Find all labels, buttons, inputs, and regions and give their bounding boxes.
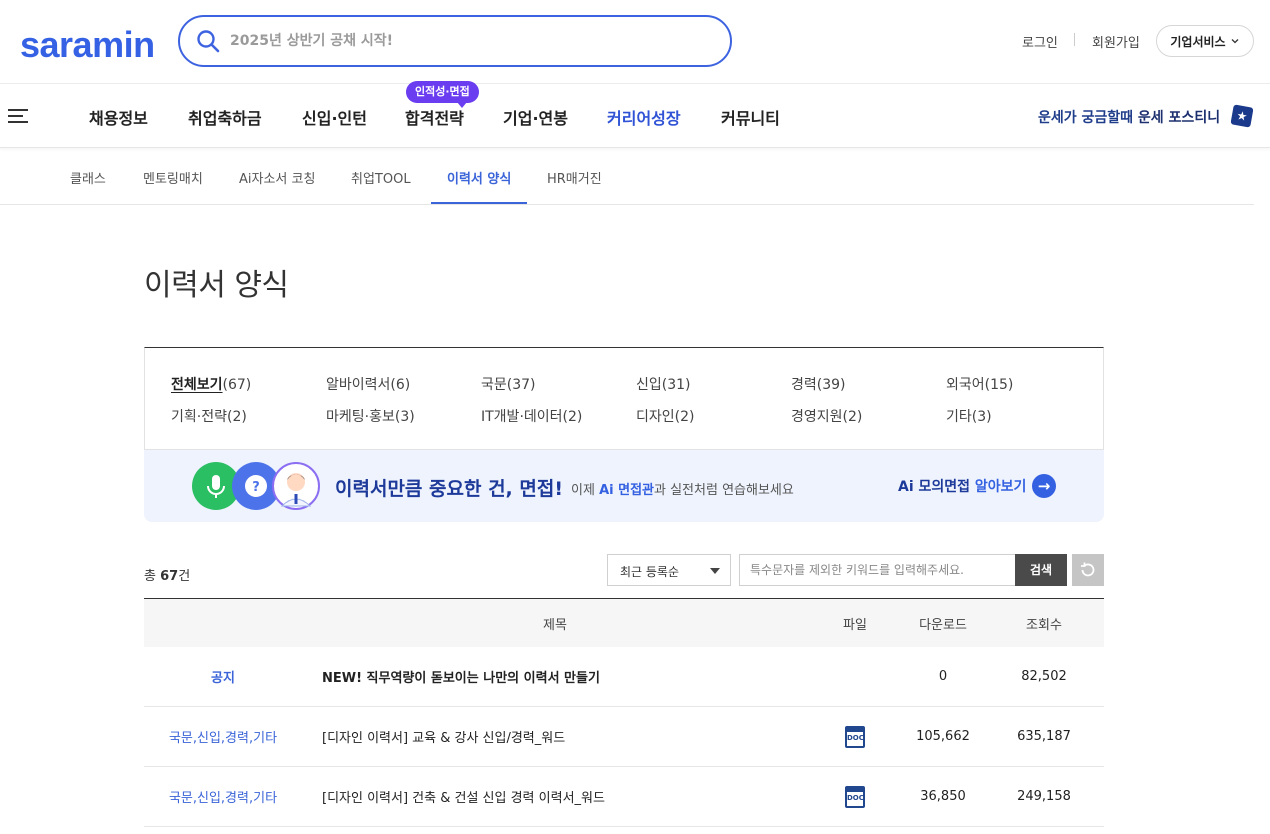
- chevron-down-icon: [1231, 39, 1239, 44]
- sub-item-hr-magazine[interactable]: HR매거진: [547, 168, 602, 187]
- row-downloads: 0: [938, 669, 948, 684]
- keyword-input[interactable]: [739, 554, 1016, 586]
- page-title: 이력서 양식: [144, 268, 289, 303]
- fortune-link[interactable]: 운세가 궁금할때 운세 포스티니: [1038, 107, 1220, 127]
- sub-item-ai-coaching[interactable]: Ai자소서 코칭: [239, 168, 315, 187]
- search-input[interactable]: [230, 29, 710, 53]
- category-planning[interactable]: 기획·전략(2): [171, 406, 247, 426]
- biz-service-button[interactable]: 기업서비스: [1156, 25, 1254, 57]
- row-category: 국문,신입,경력,기타: [168, 731, 278, 746]
- doc-file-icon[interactable]: DOC: [834, 767, 876, 826]
- category-it[interactable]: IT개발·데이터(2): [481, 406, 582, 426]
- table-row[interactable]: 국문,신입,경력,기타 [디자인 이력서] 건축 & 건설 신입 경력 이력서_…: [144, 767, 1104, 827]
- resume-table: 제목 파일 다운로드 조회수 공지 NEW! 직무역량이 돋보이는 나만의 이력…: [144, 598, 1104, 827]
- search-button[interactable]: 검색: [1015, 554, 1067, 586]
- doc-file-icon[interactable]: DOC: [834, 707, 876, 766]
- fortune-text: 운세가 궁금할때: [1038, 110, 1134, 126]
- login-link[interactable]: 로그인: [1022, 32, 1058, 51]
- arrow-right-icon[interactable]: →: [1032, 474, 1056, 498]
- top-header: saramin 로그인 회원가입 기업서비스: [0, 0, 1270, 84]
- row-category: 국문,신입,경력,기타: [168, 791, 278, 806]
- banner-link[interactable]: Ai 모의면접 알아보기: [898, 476, 1026, 496]
- caret-down-icon: [710, 568, 720, 574]
- signup-link[interactable]: 회원가입: [1092, 32, 1140, 51]
- gnb-badge: 인적성·면접: [406, 81, 479, 108]
- sort-select[interactable]: 최근 등록순: [607, 554, 731, 586]
- header-downloads: 다운로드: [919, 617, 967, 633]
- sub-item-mentoring[interactable]: 멘토링매치: [143, 168, 203, 187]
- header-file: 파일: [843, 617, 867, 633]
- banner-headline: 이력서만큼 중요한 건, 면접!: [335, 478, 564, 500]
- row-title[interactable]: NEW! 직무역량이 돋보이는 나만의 이력서 만들기: [322, 647, 822, 706]
- category-foreign[interactable]: 외국어(15): [946, 374, 1013, 394]
- sub-item-resume-form[interactable]: 이력서 양식: [447, 168, 511, 187]
- category-all[interactable]: 전체보기(67): [171, 374, 251, 394]
- row-views: 82,502: [1021, 669, 1067, 684]
- category-etc[interactable]: 기타(3): [946, 406, 992, 426]
- table-header: 제목 파일 다운로드 조회수: [144, 599, 1104, 647]
- gnb-item-strategy[interactable]: 합격전략: [405, 105, 464, 129]
- row-views: 249,158: [1017, 789, 1071, 804]
- gnb-item-bonus[interactable]: 취업축하금: [188, 105, 262, 129]
- reset-icon[interactable]: [1072, 554, 1104, 586]
- sub-nav: 클래스 멘토링매치 Ai자소서 코칭 취업TOOL 이력서 양식 HR매거진: [0, 149, 1254, 205]
- gnb-item-jobs[interactable]: 채용정보: [89, 105, 148, 129]
- category-experienced[interactable]: 경력(39): [791, 374, 846, 394]
- category-newcomer[interactable]: 신입(31): [636, 374, 691, 394]
- row-title[interactable]: [디자인 이력서] 교육 & 강사 신입/경력_워드: [322, 707, 822, 766]
- table-row[interactable]: 국문,신입,경력,기타 [디자인 이력서] 교육 & 강사 신입/경력_워드 D…: [144, 707, 1104, 767]
- gnb-item-career[interactable]: 커리어성장: [607, 105, 681, 129]
- row-downloads: 36,850: [920, 789, 966, 804]
- table-row[interactable]: 공지 NEW! 직무역량이 돋보이는 나만의 이력서 만들기 0 82,502: [144, 647, 1104, 707]
- saramin-logo[interactable]: saramin: [20, 24, 155, 66]
- category-management[interactable]: 경영지원(2): [791, 406, 862, 426]
- sub-item-class[interactable]: 클래스: [70, 168, 106, 187]
- gnb-item-community[interactable]: 커뮤니티: [721, 105, 780, 129]
- category-filter: 전체보기(67) 알바이력서(6) 국문(37) 신입(31) 경력(39) 외…: [144, 347, 1104, 450]
- search-icon[interactable]: [196, 29, 220, 53]
- row-category: 공지: [211, 671, 235, 686]
- total-count: 총 67건: [144, 569, 191, 584]
- row-title[interactable]: [디자인 이력서] 건축 & 건설 신입 경력 이력서_워드: [322, 767, 822, 826]
- category-marketing[interactable]: 마케팅·홍보(3): [326, 406, 415, 426]
- interviewer-avatar-icon: [272, 462, 320, 510]
- sort-selected-value: 최근 등록순: [620, 565, 680, 579]
- banner-subtext: 이제 Ai 면접관과 실전처럼 연습해보세요: [571, 483, 794, 498]
- header-views: 조회수: [1026, 617, 1062, 633]
- svg-text:?: ?: [252, 480, 260, 495]
- category-design[interactable]: 디자인(2): [636, 406, 694, 426]
- menu-icon[interactable]: [8, 109, 28, 123]
- main-nav: 채용정보 취업축하금 신입·인턴 합격전략 인적성·면접 기업·연봉 커리어성장…: [0, 81, 1270, 148]
- gnb-item-company[interactable]: 기업·연봉: [503, 105, 568, 129]
- row-views: 635,187: [1017, 729, 1071, 744]
- gnb-item-intern[interactable]: 신입·인턴: [302, 105, 367, 129]
- sub-item-tool[interactable]: 취업TOOL: [351, 168, 411, 187]
- search-box[interactable]: [178, 15, 732, 67]
- biz-service-label: 기업서비스: [1170, 34, 1226, 49]
- category-korean[interactable]: 국문(37): [481, 374, 536, 394]
- divider: [1074, 33, 1075, 46]
- ai-interview-banner[interactable]: ? 이력서만큼 중요한 건, 면접! 이제 Ai 면접관과 실전처럼 연습해보세…: [144, 450, 1104, 522]
- row-downloads: 105,662: [916, 729, 970, 744]
- tarot-card-icon: ★: [1230, 104, 1254, 128]
- active-tab-indicator: [431, 202, 527, 204]
- category-parttime[interactable]: 알바이력서(6): [326, 374, 410, 394]
- fortune-strong: 운세 포스티니: [1137, 110, 1221, 126]
